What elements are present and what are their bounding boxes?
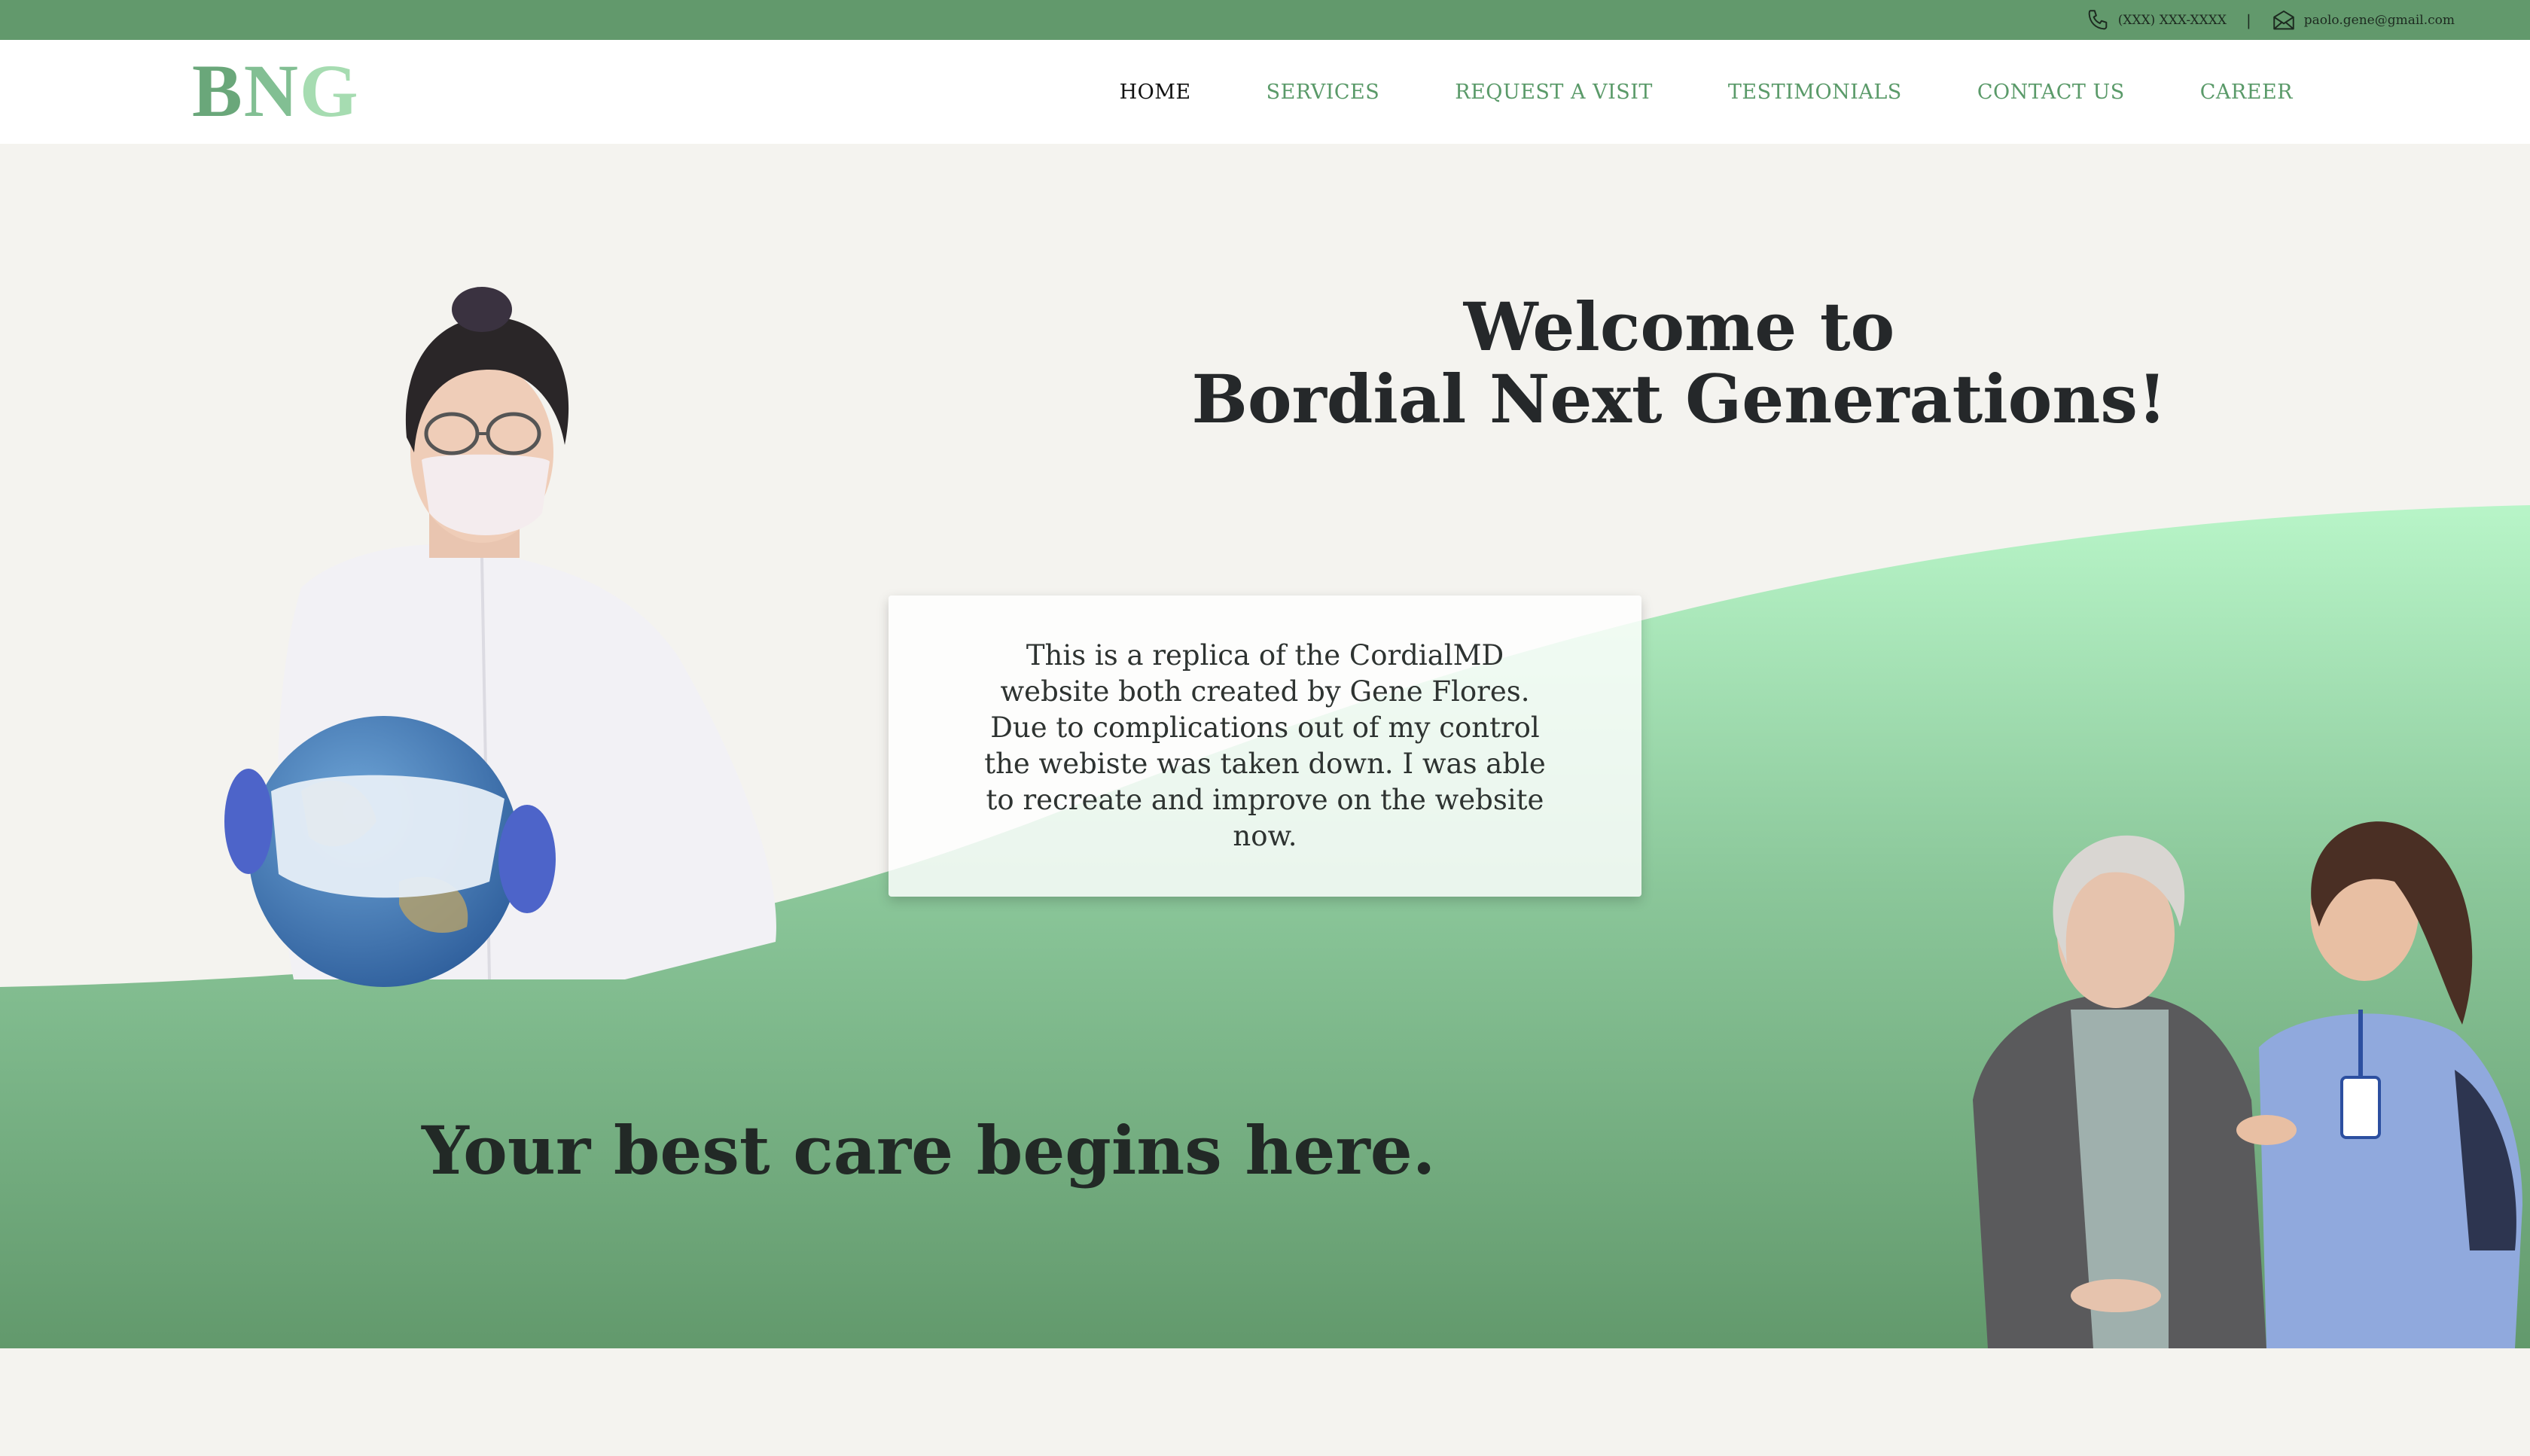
nav-item-home[interactable]: HOME (1082, 81, 1229, 104)
envelope-icon (2272, 10, 2294, 29)
nurse-with-elderly-woman-image (1973, 821, 2522, 1348)
nav-item-contact-us[interactable]: CONTACT US (1940, 81, 2163, 104)
contact-separator: | (2245, 11, 2251, 29)
nav-menu: HOME SERVICES REQUEST A VISIT TESTIMONIA… (1082, 40, 2330, 144)
phone-contact[interactable]: (XXX) XXX-XXXX (2085, 8, 2227, 33)
email-contact[interactable]: paolo.gene@gmail.com (2271, 8, 2455, 33)
top-contact-bar: (XXX) XXX-XXXX | paolo.gene@gmail.com (0, 0, 2530, 40)
logo-letter-n: N (243, 49, 300, 133)
doctor-with-globe-image (224, 287, 776, 987)
phone-number[interactable]: (XXX) XXX-XXXX (2118, 13, 2227, 28)
nav-item-career[interactable]: CAREER (2163, 81, 2330, 104)
nav-item-request-a-visit[interactable]: REQUEST A VISIT (1417, 81, 1690, 104)
phone-icon (2088, 9, 2108, 29)
logo-letter-b: B (192, 49, 244, 133)
main-navbar: BNG HOME SERVICES REQUEST A VISIT TESTIM… (0, 40, 2530, 144)
logo-letter-g: G (299, 49, 360, 133)
email-address[interactable]: paolo.gene@gmail.com (2304, 13, 2455, 28)
nav-item-testimonials[interactable]: TESTIMONIALS (1690, 81, 1940, 104)
intro-card: This is a replica of the CordialMD websi… (889, 595, 1641, 897)
hero-tagline: Your best care begins here. (422, 1111, 1436, 1189)
welcome-line-1: Welcome to (1463, 288, 1895, 366)
logo[interactable]: BNG (192, 47, 360, 129)
nav-item-services[interactable]: SERVICES (1229, 81, 1418, 104)
page-bottom-area (0, 1348, 2530, 1456)
welcome-line-2: Bordial Next Generations! (1191, 360, 2167, 438)
intro-card-text: This is a replica of the CordialMD websi… (984, 639, 1546, 852)
welcome-heading: Welcome to Bordial Next Generations! (1175, 291, 2184, 435)
hero-section: Welcome to Bordial Next Generations! Thi… (0, 144, 2530, 1348)
